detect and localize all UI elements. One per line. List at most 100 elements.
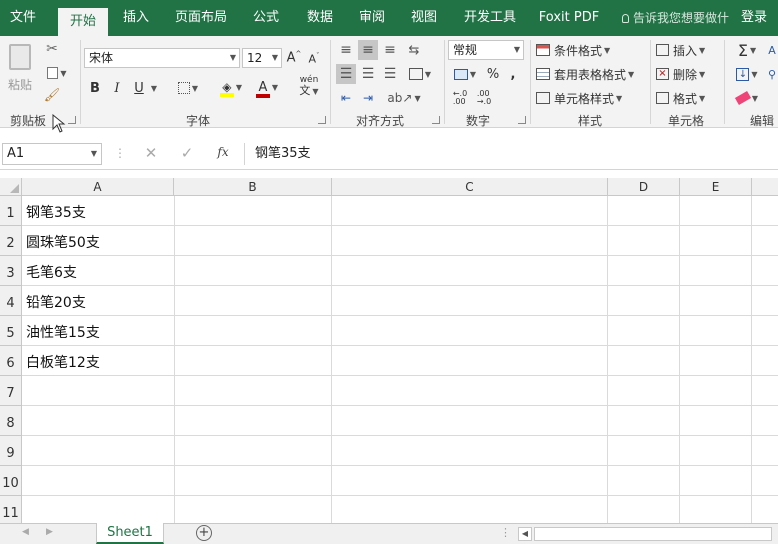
tab-data[interactable]: 数据 <box>298 0 342 36</box>
paste-button[interactable]: 粘贴 <box>6 42 34 102</box>
merge-center-button[interactable]: ▼ <box>404 64 436 84</box>
worksheet-grid[interactable]: A B C D E 1 2 3 4 5 6 7 8 9 10 11 钢笔35支 … <box>0 178 778 523</box>
column-header-e[interactable]: E <box>680 178 752 196</box>
bold-button[interactable]: B <box>88 79 102 97</box>
splitter-icon[interactable]: ⋮ <box>500 526 511 539</box>
cell-styles-button[interactable]: 单元格样式 ▼ <box>536 88 646 108</box>
cell-a5[interactable]: 油性笔15支 <box>26 322 100 342</box>
fill-color-button[interactable]: ◈ ▼ <box>216 76 246 98</box>
scroll-right-icon[interactable]: ▶ <box>46 527 53 537</box>
hscroll-left-icon[interactable]: ◀ <box>518 527 532 541</box>
column-header-b[interactable]: B <box>174 178 332 196</box>
chevron-down-icon: ▼ <box>699 45 706 55</box>
tab-insert[interactable]: 插入 <box>114 0 158 36</box>
tab-view[interactable]: 视图 <box>402 0 446 36</box>
row-header[interactable]: 10 <box>0 466 22 496</box>
cell-a1[interactable]: 钢笔35支 <box>26 202 86 222</box>
orientation-button[interactable]: ab↗ ▼ <box>387 88 420 108</box>
format-cells-button[interactable]: 格式 ▼ <box>656 88 718 108</box>
fill-button[interactable]: ↓ ▼ <box>730 64 764 84</box>
clipboard-launcher-icon[interactable] <box>68 116 76 124</box>
insert-cells-button[interactable]: 插入 ▼ <box>656 40 718 60</box>
format-as-table-button[interactable]: 套用表格格式 ▼ <box>536 64 646 84</box>
align-bottom-button[interactable]: ≡ <box>380 40 400 60</box>
formula-input[interactable]: 钢笔35支 <box>244 143 778 165</box>
tell-me-box[interactable]: 告诉我您想要做什 <box>622 0 734 36</box>
horizontal-scrollbar[interactable] <box>534 527 772 541</box>
decrease-font-button[interactable]: Aˇ <box>306 50 322 68</box>
decrease-decimal-button[interactable]: .00 →.0 <box>474 88 494 108</box>
login-button[interactable]: 登录 <box>734 0 774 36</box>
tab-file[interactable]: 文件 <box>0 0 46 36</box>
font-color-button[interactable]: A ▼ <box>252 76 282 98</box>
align-left-button[interactable]: ☰ <box>336 64 356 84</box>
tab-formulas[interactable]: 公式 <box>244 0 288 36</box>
name-box[interactable]: A1 ▼ <box>2 143 102 165</box>
increase-font-button[interactable]: A^ <box>286 48 302 68</box>
row-header[interactable]: 8 <box>0 406 22 436</box>
decrease-indent-button[interactable]: ⇤ <box>336 88 356 108</box>
tab-page-layout[interactable]: 页面布局 <box>168 0 234 36</box>
phonetic-button[interactable]: wén 文 ▼ <box>294 76 324 98</box>
underline-button[interactable]: U <box>132 79 146 97</box>
delete-cells-button[interactable]: × 删除 ▼ <box>656 64 718 84</box>
italic-button[interactable]: I <box>110 79 124 97</box>
insert-function-icon[interactable]: fx <box>212 145 234 165</box>
row-header[interactable]: 7 <box>0 376 22 406</box>
number-format-select[interactable]: 常规 ▼ <box>448 40 524 60</box>
column-header-a[interactable]: A <box>22 178 174 196</box>
row-header[interactable]: 4 <box>0 286 22 316</box>
sort-filter-button[interactable]: A <box>766 40 778 60</box>
row-header[interactable]: 5 <box>0 316 22 346</box>
wrap-text-button[interactable]: ⇆ <box>404 40 424 60</box>
tab-developer[interactable]: 开发工具 <box>456 0 524 36</box>
alignment-launcher-icon[interactable] <box>432 116 440 124</box>
tab-review[interactable]: 审阅 <box>350 0 394 36</box>
column-header-c[interactable]: C <box>332 178 608 196</box>
column-header-f[interactable] <box>752 178 778 196</box>
select-all-button[interactable] <box>0 178 22 196</box>
find-button[interactable]: ⚲ <box>766 64 778 84</box>
cell-a4[interactable]: 铅笔20支 <box>26 292 86 312</box>
row-header[interactable]: 2 <box>0 226 22 256</box>
font-name-select[interactable]: 宋体 ▼ <box>84 48 240 68</box>
cell-a2[interactable]: 圆珠笔50支 <box>26 232 100 252</box>
accounting-format-button[interactable]: ▼ <box>448 64 482 84</box>
enter-icon[interactable]: ✓ <box>176 144 198 164</box>
cell-a6[interactable]: 白板笔12支 <box>26 352 100 372</box>
clear-button[interactable]: ▼ <box>730 88 764 108</box>
row-header[interactable]: 1 <box>0 196 22 226</box>
add-sheet-icon[interactable]: + <box>196 525 212 541</box>
underline-dropdown[interactable]: ▼ <box>148 79 158 97</box>
column-header-d[interactable]: D <box>608 178 680 196</box>
increase-indent-button[interactable]: ⇥ <box>358 88 378 108</box>
align-middle-button[interactable]: ≡ <box>358 40 378 60</box>
border-button[interactable]: ▼ <box>174 79 202 97</box>
comma-button[interactable]: , <box>506 64 520 84</box>
percent-button[interactable]: % <box>484 64 502 84</box>
tab-foxit-pdf[interactable]: Foxit PDF <box>534 0 604 36</box>
increase-decimal-button[interactable]: ←.0.00 <box>450 88 470 108</box>
tab-home[interactable]: 开始 <box>58 8 108 36</box>
align-right-button[interactable]: ☰ <box>380 64 400 84</box>
font-size-select[interactable]: 12 ▼ <box>242 48 282 68</box>
align-center-button[interactable]: ☰ <box>358 64 378 84</box>
scroll-left-icon[interactable]: ◀ <box>22 527 29 537</box>
row-header[interactable]: 6 <box>0 346 22 376</box>
row-header[interactable]: 11 <box>0 496 22 523</box>
cut-button[interactable]: ✂ <box>42 40 62 58</box>
cancel-icon[interactable]: ✕ <box>140 144 162 164</box>
cell-a3[interactable]: 毛笔6支 <box>26 262 77 282</box>
copy-button[interactable]: ▼ <box>42 64 72 82</box>
conditional-format-button[interactable]: 条件格式 ▼ <box>536 40 646 60</box>
number-launcher-icon[interactable] <box>518 116 526 124</box>
align-top-button[interactable]: ≡ <box>336 40 356 60</box>
autosum-button[interactable]: Σ ▼ <box>730 40 764 60</box>
row-header[interactable]: 3 <box>0 256 22 286</box>
group-separator <box>650 40 651 124</box>
format-painter-button[interactable]: 🖌 <box>42 86 62 104</box>
sort-icon: A <box>768 43 776 57</box>
sheet-tab-sheet1[interactable]: Sheet1 <box>96 523 164 544</box>
font-launcher-icon[interactable] <box>318 116 326 124</box>
row-header[interactable]: 9 <box>0 436 22 466</box>
